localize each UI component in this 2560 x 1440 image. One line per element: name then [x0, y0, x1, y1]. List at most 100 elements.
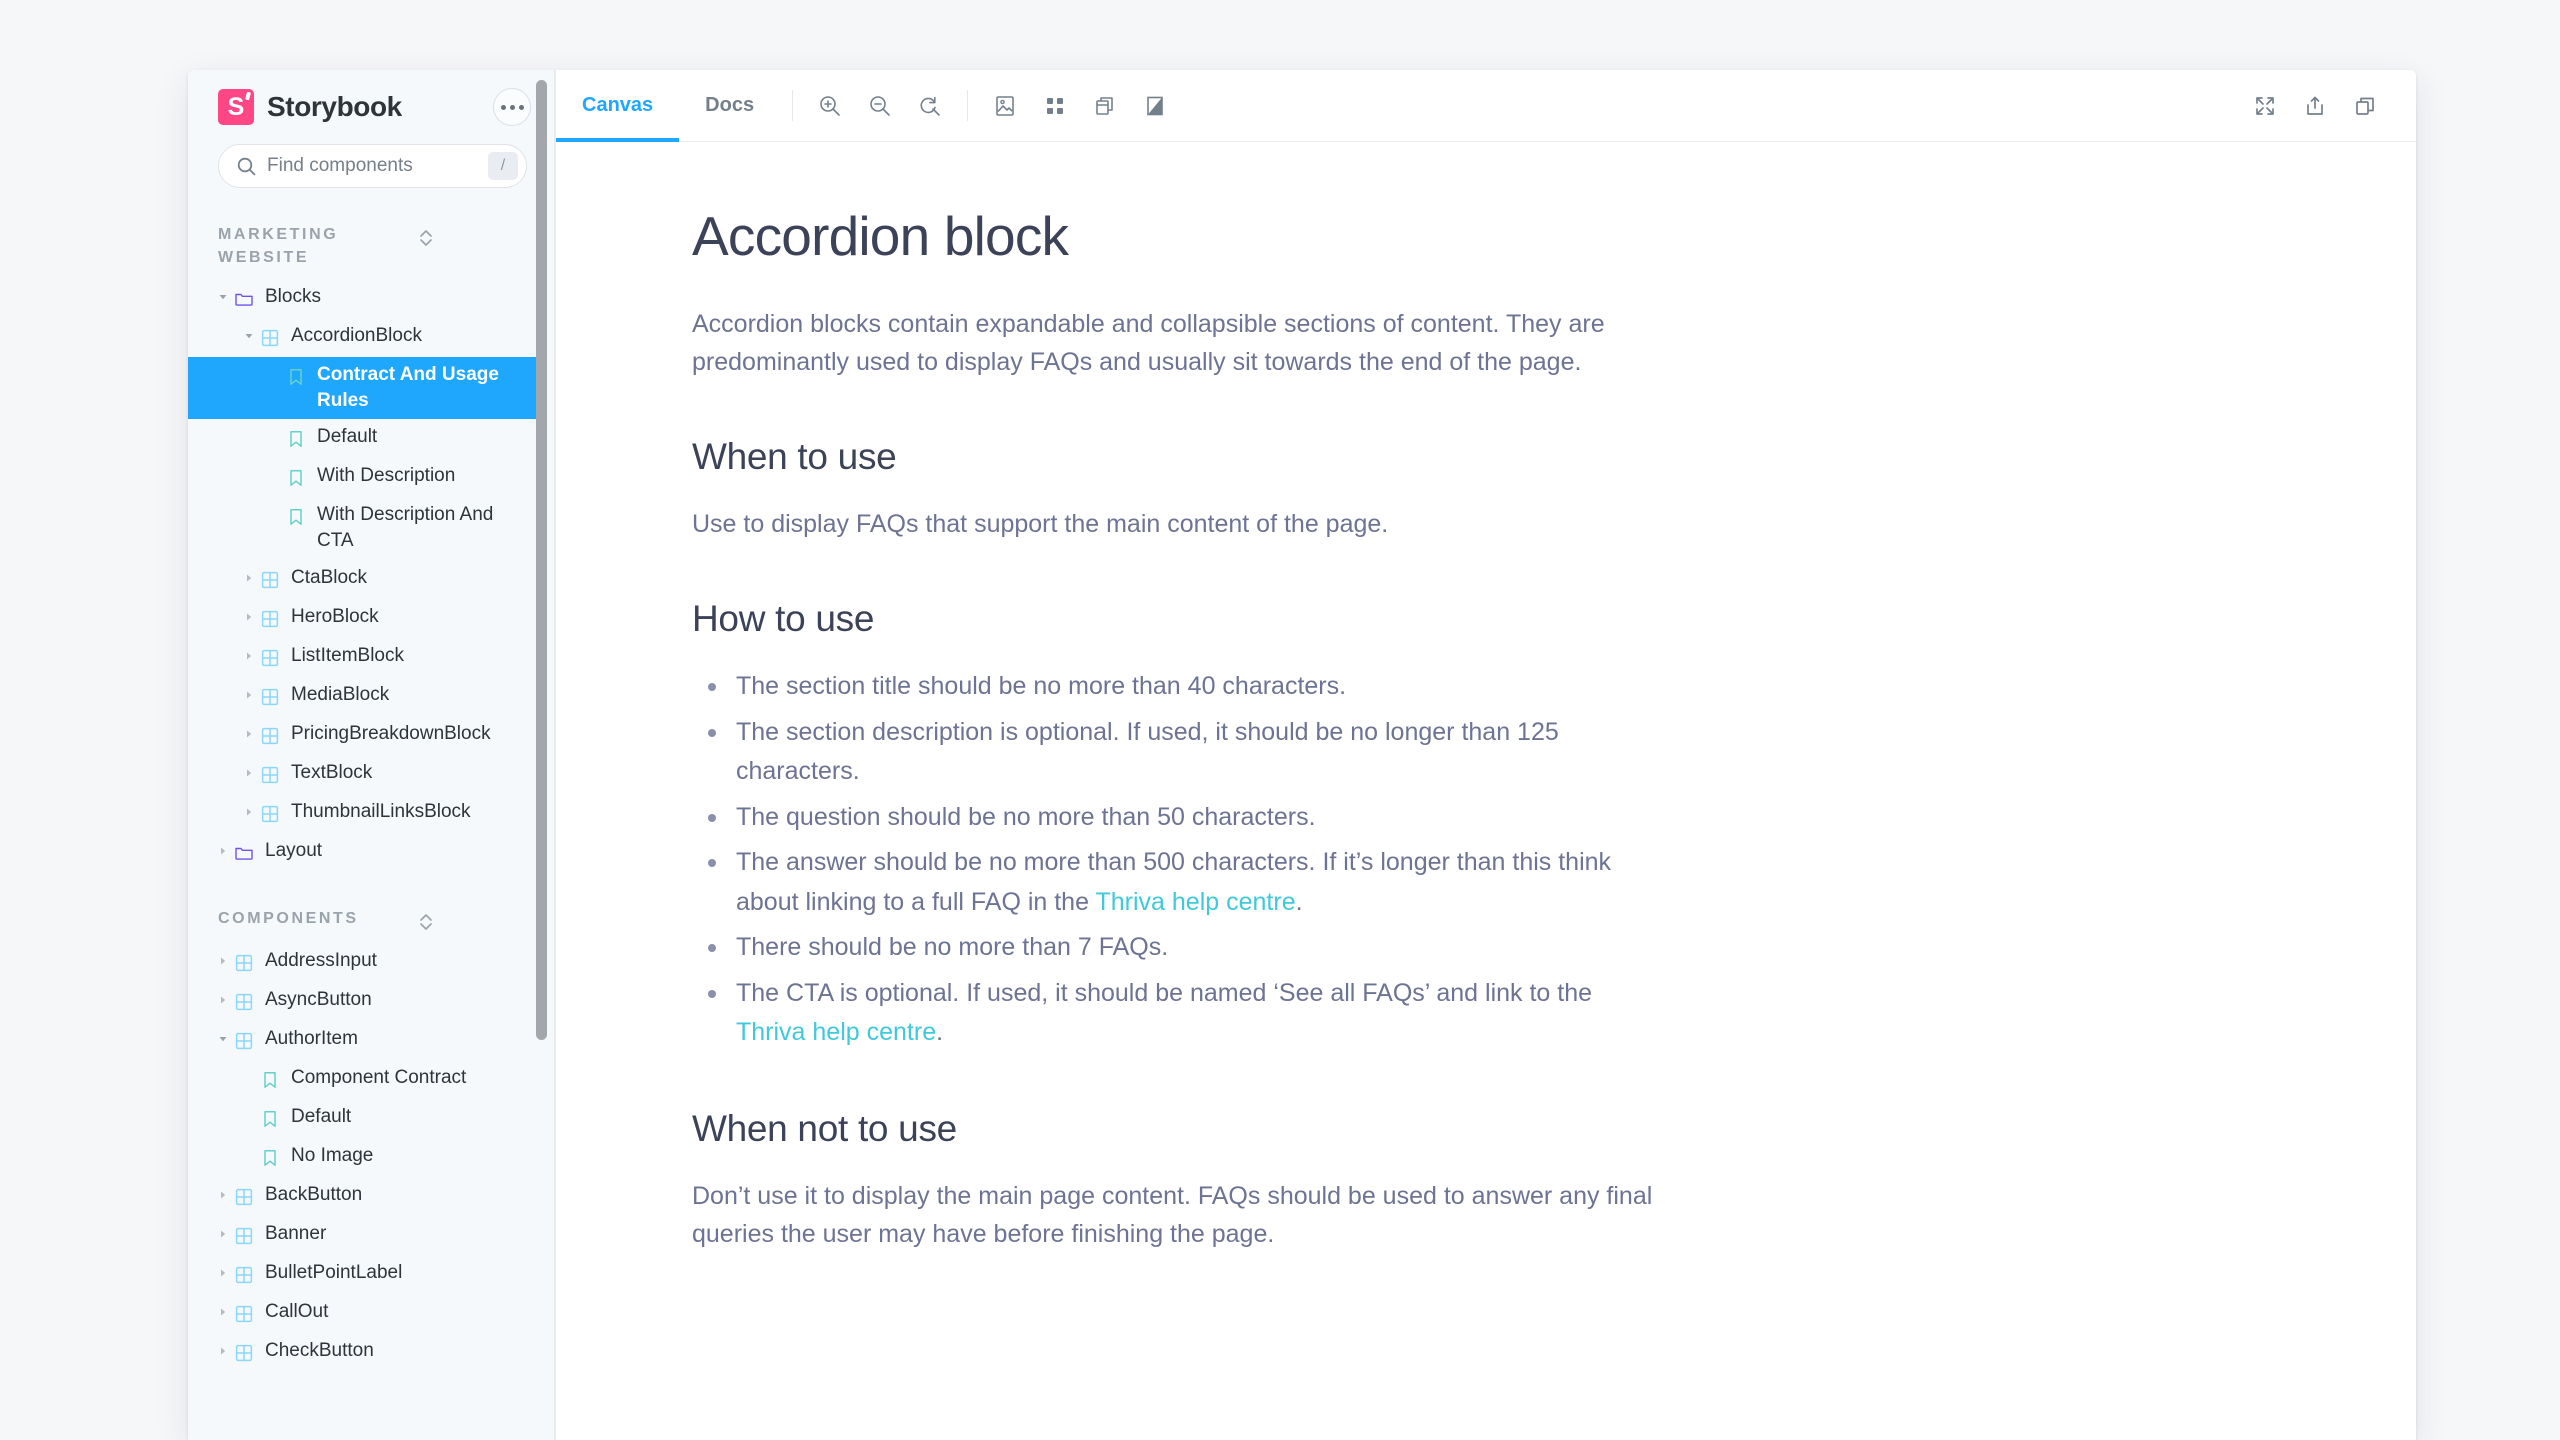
chevron-right-icon[interactable]	[240, 689, 258, 701]
tree-item-heroblock[interactable]: HeroBlock	[188, 599, 547, 638]
search-input[interactable]: Find components /	[218, 144, 527, 188]
chevron-right-icon[interactable]	[214, 955, 232, 967]
chevron-right-icon[interactable]	[214, 845, 232, 857]
chevron-right-icon[interactable]	[240, 728, 258, 740]
tree-item-asyncbutton[interactable]: AsyncButton	[188, 982, 547, 1021]
grid-button[interactable]	[1032, 83, 1078, 129]
list-item: The section description is optional. If …	[692, 713, 1656, 792]
tab-docs[interactable]: Docs	[679, 70, 780, 141]
tree-item-callout[interactable]: CallOut	[188, 1294, 547, 1333]
chevron-right-icon[interactable]	[240, 572, 258, 584]
chevron-down-icon[interactable]	[214, 1033, 232, 1045]
rule-text-tail: .	[1295, 887, 1303, 916]
tree-item-label: HeroBlock	[291, 605, 379, 627]
tree-item-mediablock[interactable]: MediaBlock	[188, 677, 547, 716]
tree-item-layout[interactable]: Layout	[188, 833, 547, 872]
zoom-reset-button[interactable]	[907, 83, 953, 129]
tree-item-addressinput[interactable]: AddressInput	[188, 943, 547, 982]
tree-item-with-description-and-cta[interactable]: With Description And CTA	[188, 497, 547, 559]
background-button[interactable]	[982, 83, 1028, 129]
tab-canvas[interactable]: Canvas	[556, 70, 680, 142]
tree-item-contract-and-usage-rules[interactable]: Contract And Usage Rules	[188, 357, 547, 420]
thriva-help-centre-link[interactable]: Thriva help centre	[736, 1018, 936, 1046]
section-header-marketing-website[interactable]: MARKETING WEBSITE	[188, 224, 547, 269]
tree-item-label: With Description	[317, 465, 456, 487]
tree-item-no-image[interactable]: No Image	[188, 1138, 547, 1177]
measure-icon	[1096, 96, 1113, 115]
chevron-right-icon[interactable]	[240, 611, 258, 623]
sort-chevron-icon[interactable]	[418, 911, 434, 933]
tree-marketing-website: Blocks AccordionBlock Contract And Usage R…	[188, 279, 547, 871]
tree-item-with-description[interactable]: With Description	[188, 458, 547, 497]
chevron-right-icon[interactable]	[214, 1345, 232, 1357]
section-label: MARKETING WEBSITE	[218, 226, 339, 266]
tree-item-thumbnaillinksblock[interactable]: ThumbnailLinksBlock	[188, 794, 547, 833]
folder-icon	[235, 847, 253, 860]
component-icon	[261, 610, 279, 627]
canvas-actions	[2240, 70, 2390, 141]
tree-item-label: No Image	[291, 1144, 374, 1166]
rule-text: The question should be no more than 50 c…	[736, 802, 1316, 831]
when-to-use-paragraph: Use to display FAQs that support the mai…	[692, 509, 1389, 538]
tree-item-label: CallOut	[265, 1300, 329, 1322]
thriva-help-centre-link[interactable]: Thriva help centre	[1096, 888, 1296, 916]
fullscreen-button[interactable]	[2242, 83, 2288, 129]
tree-item-accordionblock[interactable]: AccordionBlock	[188, 318, 547, 357]
tree-item-bulletpointlabel[interactable]: BulletPointLabel	[188, 1255, 547, 1294]
page-title: Accordion block	[692, 205, 1069, 267]
sidebar-menu-button[interactable]	[493, 88, 531, 126]
brand-name: Storybook	[267, 91, 402, 122]
storybook-logo-icon	[218, 89, 254, 125]
chevron-down-icon[interactable]	[214, 291, 232, 303]
tree-item-label: Layout	[265, 839, 323, 861]
tree-item-default[interactable]: Default	[188, 419, 547, 458]
tree-item-authoritem[interactable]: AuthorItem	[188, 1021, 547, 1060]
tree-item-textblock[interactable]: TextBlock	[188, 755, 547, 794]
component-icon	[235, 1188, 253, 1205]
tree-item-component-contract[interactable]: Component Contract	[188, 1060, 547, 1099]
sidebar-tree-scroll[interactable]: MARKETING WEBSITE Blocks AccordionBlock Co…	[188, 224, 555, 1372]
chevron-right-icon[interactable]	[240, 650, 258, 662]
chevron-right-icon[interactable]	[214, 1189, 232, 1201]
chevron-right-icon[interactable]	[240, 767, 258, 779]
component-icon	[235, 1227, 253, 1244]
intro-paragraph: Accordion blocks contain expandable and …	[692, 309, 1605, 376]
tree-item-label: ThumbnailLinksBlock	[291, 800, 471, 822]
section-label: COMPONENTS	[218, 909, 359, 927]
tree-item-label: Blocks	[265, 286, 321, 308]
tree-item-checkbutton[interactable]: CheckButton	[188, 1333, 547, 1372]
folder-icon	[235, 294, 253, 307]
zoom-in-button[interactable]	[807, 83, 853, 129]
component-icon	[235, 1344, 253, 1361]
tree-item-banner[interactable]: Banner	[188, 1216, 547, 1255]
tree-item-pricingbreakdownblock[interactable]: PricingBreakdownBlock	[188, 716, 547, 755]
chevron-right-icon[interactable]	[214, 1306, 232, 1318]
chevron-right-icon[interactable]	[214, 1267, 232, 1279]
sort-chevron-icon[interactable]	[418, 227, 434, 249]
chevron-right-icon[interactable]	[214, 1228, 232, 1240]
tree-item-label: TextBlock	[291, 761, 373, 783]
outline-button[interactable]	[1132, 83, 1178, 129]
story-icon	[264, 1110, 276, 1127]
storybook-window: Storybook Find components /	[188, 70, 2416, 1440]
measure-button[interactable]	[1082, 83, 1128, 129]
open-in-new-tab-button[interactable]	[2292, 83, 2338, 129]
tree-item-default[interactable]: Default	[188, 1099, 547, 1138]
tree-item-label: Default	[291, 1105, 352, 1127]
tree-item-blocks[interactable]: Blocks	[188, 279, 547, 318]
tree-item-listitemblock[interactable]: ListItemBlock	[188, 638, 547, 677]
heading-when-not-to-use: When not to use	[692, 1107, 957, 1149]
component-icon	[261, 330, 279, 347]
chevron-down-icon[interactable]	[240, 330, 258, 342]
tree-item-ctablock[interactable]: CtaBlock	[188, 560, 547, 599]
sidebar-scrollbar[interactable]	[536, 80, 547, 1040]
component-icon	[261, 766, 279, 783]
zoom-out-button[interactable]	[857, 83, 903, 129]
section-header-components[interactable]: COMPONENTS	[188, 908, 547, 933]
chevron-right-icon[interactable]	[214, 994, 232, 1006]
list-item: The question should be no more than 50 c…	[692, 798, 1656, 838]
copy-link-button[interactable]	[2342, 83, 2388, 129]
chevron-right-icon[interactable]	[240, 806, 258, 818]
tree-item-backbutton[interactable]: BackButton	[188, 1177, 547, 1216]
